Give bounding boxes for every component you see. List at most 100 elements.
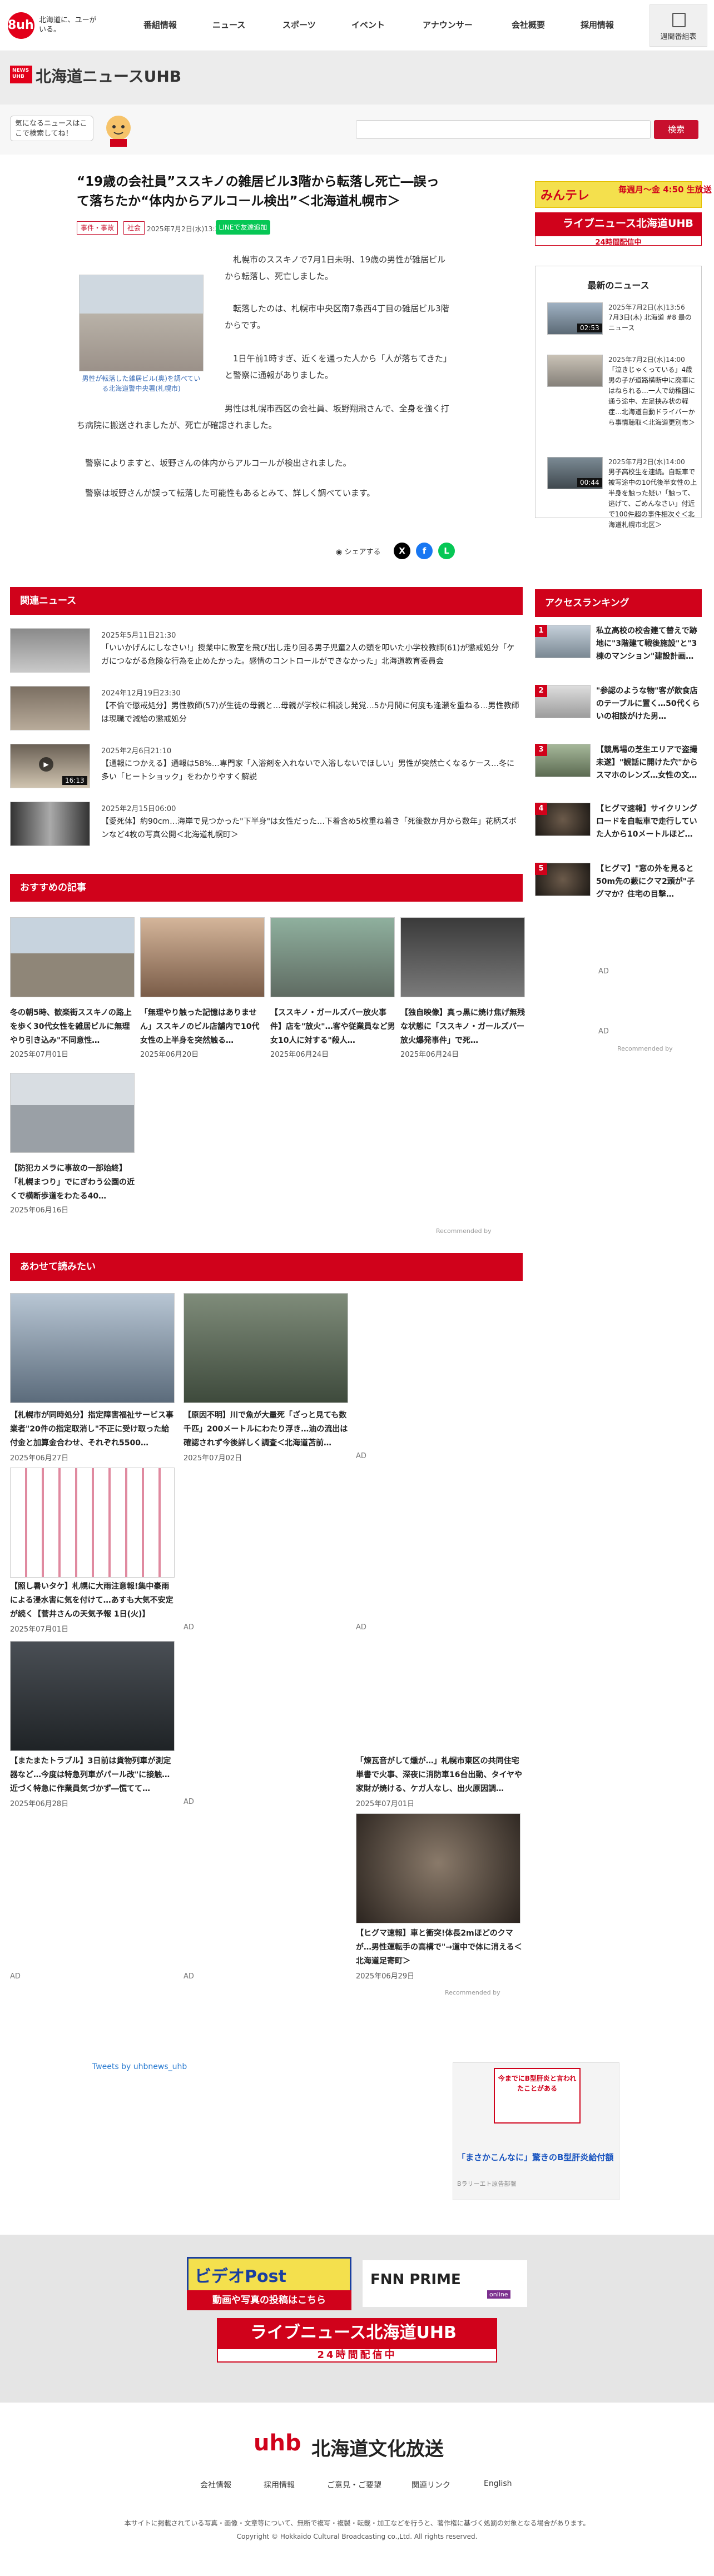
- weekly-schedule-button[interactable]: 週間番組表: [649, 4, 707, 47]
- nav-company[interactable]: 会社概要: [512, 19, 545, 31]
- also-read-title[interactable]: 【原因不明】川で魚が大量死「ざっと見ても数千匹」200メートルにわたり浮き…油の…: [184, 1409, 350, 1450]
- recommended-thumbnail[interactable]: [10, 1073, 135, 1153]
- also-read-thumbnail[interactable]: [184, 1293, 348, 1403]
- ranking-title[interactable]: 【ヒグマ】"窓の外を見ると50m先の藪にクマ2頭が"子グマか？住宅の目撃…: [596, 863, 702, 901]
- uhb-logo[interactable]: 8uhb: [8, 12, 42, 39]
- fnn-sub: online: [487, 2290, 510, 2299]
- news-title[interactable]: 北海道ニュースUHB: [36, 64, 181, 87]
- ad-label: AD: [356, 1623, 366, 1632]
- nav-recruit[interactable]: 採用情報: [581, 19, 614, 31]
- fnn-title: FNN PRIME: [370, 2271, 461, 2288]
- related-date: 2025年2月15日06:00: [101, 805, 176, 813]
- weekly-label: 週間番組表: [660, 33, 697, 41]
- article-photo[interactable]: [79, 275, 204, 371]
- recommended-title[interactable]: 【独自映像】真っ黒に焼け焦げ無残な状態に「ススキノ・ガールズバー放火爆発事件」で…: [400, 1006, 526, 1048]
- live-banner-sub: 24時間配信中: [535, 236, 702, 247]
- share-icon: ◉: [336, 548, 345, 556]
- article-paragraph: 警察によりますと、坂野さんの体内からアルコールが検出されました。: [85, 458, 351, 468]
- article-date: 2025年7月2日(水)13:34: [147, 225, 224, 233]
- search-button[interactable]: 検索: [654, 120, 698, 139]
- footer-link-company[interactable]: 会社情報: [200, 2479, 231, 2490]
- related-title[interactable]: 【愛死体】約90cm…海岸で見つかった"下半身"は女性だった…下着含め5枚重ね着…: [101, 815, 522, 842]
- latest-date: 2025年7月2日(水)14:00: [608, 458, 685, 466]
- twitter-timeline-link[interactable]: Tweets by uhbnews_uhb: [92, 2062, 187, 2071]
- footer-link-related[interactable]: 関連リンク: [411, 2479, 450, 2490]
- play-icon[interactable]: ▶: [39, 757, 53, 772]
- recommended-thumbnail[interactable]: [10, 917, 135, 997]
- mintele-logo: みんテレ: [541, 189, 590, 203]
- corp-logo[interactable]: uhb: [254, 2430, 301, 2456]
- also-read-title[interactable]: 【またまたトラブル】3日前は貨物列車が測定器など…今度は特急列車がパール改"に接…: [10, 1754, 177, 1796]
- calendar-icon: [672, 13, 686, 27]
- share-text: シェアする: [344, 548, 381, 556]
- videopost-sub: 動画や写真の投稿はこちら: [187, 2290, 351, 2310]
- also-read-thumbnail[interactable]: [10, 1293, 175, 1403]
- recommended-title[interactable]: 【防犯カメラに事故の一部始終】「札幌まつり」でにぎわう公園の近くで横断歩道をわた…: [10, 1162, 136, 1204]
- x-share-icon[interactable]: X: [394, 543, 410, 559]
- search-input[interactable]: [356, 120, 651, 139]
- related-thumbnail[interactable]: [10, 686, 90, 730]
- news-logo[interactable]: NEWS UHB: [10, 66, 32, 83]
- tagline: 北海道に、ユーがいる。: [39, 16, 97, 34]
- related-thumbnail[interactable]: [10, 628, 90, 673]
- latest-thumbnail[interactable]: [547, 355, 603, 387]
- article-paragraph: 1日午前1時すぎ、近くを通った人から「人が落ちてきた」と警察に通報がありました。: [225, 354, 452, 380]
- also-read-thumbnail[interactable]: [10, 1468, 175, 1578]
- ad-source: Bラリーエト原告部署: [457, 2180, 517, 2187]
- powered-by-label[interactable]: Recommended by: [445, 1989, 500, 1996]
- recommended-title[interactable]: 冬の朝5時、歓楽街ススキノの路上を歩く30代女性を雑居ビルに無理やり引き込み"不…: [10, 1006, 136, 1048]
- ad-label: AD: [184, 1972, 194, 1981]
- ranking-title[interactable]: 私立高校の校舎建て替えで跡地に"3階建て戦後施設"と"3棟のマンション"建設計画…: [596, 625, 702, 663]
- ranking-title[interactable]: 【ヒグマ速報】サイクリングロードを自転車で走行していた人から10メートルほど…: [596, 803, 702, 841]
- live-banner-text: ライブニュース北海道UHB: [563, 217, 693, 230]
- recommended-thumbnail[interactable]: [140, 917, 265, 997]
- tag-accident[interactable]: 事件・事故: [77, 221, 118, 235]
- ad-label: AD: [184, 1798, 194, 1806]
- line-add-friend-button[interactable]: LINEで友達追加: [216, 220, 270, 235]
- also-read-title[interactable]: 【札幌市が同時処分】指定障害福祉サービス事業者"20件の指定取消し"不正に受け取…: [10, 1409, 177, 1450]
- recommended-title[interactable]: 「無理やり触った記憶はありません」ススキノのビル店舗内で10代女性の上半身を突然…: [140, 1006, 266, 1048]
- related-title[interactable]: 「いいかげんにしなさい!」授業中に教室を飛び出し走り回る男子児童2人の頭を叩いた…: [101, 641, 522, 668]
- ad-title[interactable]: 「まさかこんなに」驚きのB型肝炎給付額: [457, 2151, 618, 2164]
- also-read-title[interactable]: 【ヒグマ速報】車と衝突!体長2mほどのクマが…男性運転手の高構で"→道中で体に消…: [356, 1927, 523, 1968]
- related-title[interactable]: 【通報につかえる】通報は58%…専門家「入浴剤を入れないで入浴しないでほしい」男…: [101, 757, 522, 784]
- videopost-title: ビデオPost: [195, 2267, 286, 2286]
- recommended-thumbnail[interactable]: [400, 917, 525, 997]
- nav-announcers[interactable]: アナウンサー: [423, 19, 473, 31]
- latest-title[interactable]: 男子高校生を連続。自転車で被写途中の10代後半女性の上半身を触った疑い「触って、…: [608, 467, 697, 530]
- also-read-thumbnail[interactable]: [356, 1813, 520, 1923]
- also-read-title[interactable]: 「煉瓦音がして燻が…」札幌市東区の共同住宅単書で火事、深夜に消防車16台出動、タ…: [356, 1754, 523, 1796]
- ranking-title[interactable]: "参認のような物"客が飲食店のテーブルに置く…50代くらいの相談がけた男…: [596, 685, 702, 723]
- also-read-title[interactable]: 【照し暑いタケ】札幌に大雨注意報!集中豪雨による浸水害に気を付けて…あすも大気不…: [10, 1580, 177, 1622]
- video-duration: 00:44: [577, 478, 602, 487]
- live-banner-sub: 24時間配信中: [217, 2348, 497, 2363]
- nav-programs[interactable]: 番組情報: [143, 19, 177, 31]
- also-read-thumbnail[interactable]: [10, 1641, 175, 1751]
- copyright: Copyright © Hokkaido Cultural Broadcasti…: [236, 2533, 478, 2540]
- recommended-title[interactable]: 【ススキノ・ガールズバー放火事件】店を"放火"…客や従業員など男女10人に対する…: [270, 1006, 396, 1048]
- ranking-title[interactable]: 【競馬場の芝生エリアで盗撮未遂】"観話に開けた穴"からスマホのレンズ…女性の文…: [596, 744, 702, 782]
- mintele-time: 毎週月〜金 4:50 生放送: [618, 185, 712, 195]
- nav-news[interactable]: ニュース: [212, 19, 245, 31]
- latest-title[interactable]: 7月3日(木) 北海道 #8 最のニュース: [608, 312, 697, 334]
- ad-label: AD: [356, 1452, 366, 1460]
- footer-link-feedback[interactable]: ご意見・ご要望: [327, 2479, 381, 2490]
- footer-link-recruit[interactable]: 採用情報: [264, 2479, 295, 2490]
- latest-date: 2025年7月2日(水)13:56: [608, 304, 685, 311]
- facebook-share-icon[interactable]: f: [416, 543, 433, 559]
- related-date: 2025年2月6日21:10: [101, 747, 172, 755]
- ranking-number: 5: [535, 863, 547, 875]
- recommended-thumbnail[interactable]: [270, 917, 395, 997]
- also-read-date: 2025年06月29日: [356, 1972, 415, 1981]
- footer-link-english[interactable]: English: [484, 2479, 512, 2488]
- related-thumbnail[interactable]: [10, 802, 90, 846]
- nav-sports[interactable]: スポーツ: [282, 19, 316, 31]
- tag-society[interactable]: 社会: [123, 221, 145, 235]
- nav-events[interactable]: イベント: [351, 19, 385, 31]
- also-read-heading: あわせて読みたい: [10, 1253, 523, 1281]
- latest-title[interactable]: 「泣きじゃくっている」4歳男の子が道路横断中に廃車にはねられる…一人で幼稚園に通…: [608, 365, 697, 428]
- related-title[interactable]: 【不倫で懲戒処分】男性教師(57)が生徒の母親と…母親が学校に相談し発覚…5か月…: [101, 699, 522, 726]
- powered-by-label[interactable]: Recommended by: [436, 1227, 492, 1235]
- powered-by-label[interactable]: Recommended by: [617, 1045, 673, 1052]
- line-share-icon[interactable]: L: [438, 543, 455, 559]
